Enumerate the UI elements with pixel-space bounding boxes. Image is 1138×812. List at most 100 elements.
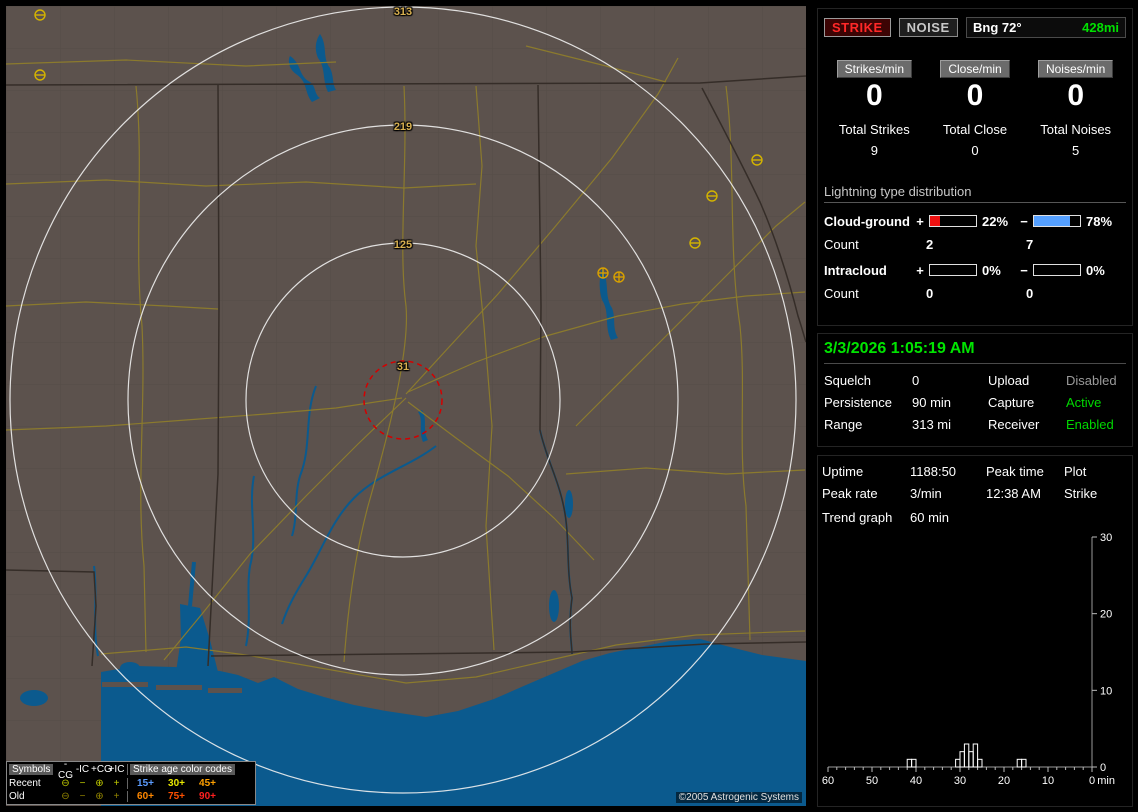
minus-sign: − [1020, 262, 1028, 278]
svg-text:60: 60 [822, 775, 834, 787]
plus-sign: + [916, 213, 924, 229]
system-settings-panel: 3/3/2026 1:05:19 AM Squelch 0 Upload Dis… [817, 333, 1133, 447]
noises-per-min-value: 0 [1067, 79, 1084, 112]
setting-value: 90 min [912, 395, 952, 410]
svg-text:20: 20 [998, 775, 1010, 787]
strike-stats-panel: STRIKE NOISE Bng 72° 428mi Strikes/min 0… [817, 8, 1133, 326]
age-code: 15+ [137, 777, 154, 789]
bearing-value: Bng 72° [973, 20, 1022, 35]
distance-value: 428mi [1082, 20, 1119, 35]
cg-minus-percent: 78% [1086, 213, 1113, 229]
setting-label: Range [824, 417, 863, 432]
intracloud-label: Intracloud [824, 262, 887, 278]
plus-icon: + [113, 777, 120, 789]
legend-recent-row: Recent ⊖ − ⊕ + 15+ 30+ 45+ [9, 777, 253, 790]
status-label: Peak time [986, 464, 1044, 479]
cloud-ground-label: Cloud-ground [824, 213, 910, 229]
plot-mode-value[interactable]: Plot [1064, 464, 1128, 479]
trend-window-value: 60 min [910, 510, 950, 525]
close-per-min-chip[interactable]: Close/min [940, 60, 1010, 78]
age-code: 75+ [168, 790, 185, 802]
cg-minus-bar [1033, 215, 1081, 227]
legend-type-label: -IC [75, 764, 90, 776]
range-ring-label: 125 [393, 239, 413, 251]
total-close-label: Total Close [942, 122, 1008, 137]
svg-text:50: 50 [866, 775, 878, 787]
status-label: Uptime [822, 464, 864, 479]
cg-plus-count: 2 [926, 237, 934, 252]
strike-toggle-button[interactable]: STRIKE [824, 18, 891, 37]
trend-graph-header: Trend graph 60 min [822, 510, 1128, 525]
status-value: 12:38 AM [986, 486, 1041, 501]
age-code: 30+ [168, 777, 185, 789]
legend-type-label: +IC [108, 764, 125, 776]
count-label: Count [824, 286, 859, 301]
circle-minus-icon: ⊖ [61, 790, 70, 802]
distribution-title: Lightning type distribution [824, 184, 1126, 203]
circle-plus-icon: ⊕ [95, 790, 104, 802]
trend-graph: 0 10 20 30 60 50 40 30 20 10 0 min [822, 532, 1115, 787]
bearing-distance-display: Bng 72° 428mi [966, 17, 1126, 38]
intracloud-row: Intracloud + 0% − 0% [824, 262, 1126, 278]
noises-per-min-counter: Noises/min 0 Total Noises 5 [1025, 60, 1126, 158]
range-ring-label: 313 [393, 6, 413, 18]
copyright-notice: ©2005 Astrogenic Systems [675, 792, 802, 803]
noises-per-min-chip[interactable]: Noises/min [1037, 60, 1114, 78]
svg-text:30: 30 [1100, 532, 1112, 544]
ic-minus-count: 0 [1026, 286, 1034, 301]
sidebar: STRIKE NOISE Bng 72° 428mi Strikes/min 0… [817, 0, 1133, 812]
status-trend-panel: Uptime 1188:50 Peak time Plot Peak rate … [817, 455, 1133, 807]
legend-old-row: Old ⊖ − ⊕ + 60+ 75+ 90+ [9, 790, 253, 803]
range-ring-label: 219 [393, 121, 413, 133]
intracloud-count-row: Count 0 0 [824, 286, 1126, 301]
lightning-map[interactable]: 313 219 125 31 Symbols -CG -IC +CG +IC S… [6, 6, 806, 806]
cloud-ground-count-row: Count 2 7 [824, 237, 1126, 252]
ic-minus-percent: 0% [1086, 262, 1105, 278]
total-noises-value: 5 [1072, 143, 1080, 158]
close-per-min-value: 0 [966, 79, 984, 112]
legend-age-header: Strike age color codes [130, 764, 235, 776]
svg-text:30: 30 [954, 775, 966, 787]
setting-label: Capture [988, 395, 1035, 410]
total-close-value: 0 [971, 143, 979, 158]
plus-sign: + [916, 262, 924, 278]
strikes-per-min-value: 0 [865, 79, 883, 112]
cg-plus-bar [929, 215, 977, 227]
setting-value: Active [1066, 395, 1102, 410]
circle-minus-icon: ⊖ [61, 777, 70, 789]
svg-text:10: 10 [1100, 685, 1112, 697]
svg-text:10: 10 [1042, 775, 1054, 787]
noise-toggle-button[interactable]: NOISE [898, 18, 958, 37]
total-strikes-label: Total Strikes [838, 122, 910, 137]
setting-value: Enabled [1066, 417, 1114, 432]
legend-type-label: +CG [91, 764, 112, 776]
count-label: Count [824, 237, 859, 252]
setting-label: Upload [988, 373, 1030, 388]
cg-plus-percent: 22% [982, 213, 1009, 229]
total-strikes-value: 9 [870, 143, 878, 158]
strikes-per-min-chip[interactable]: Strikes/min [836, 60, 912, 78]
legend-symbols-header: Symbols [9, 764, 54, 776]
range-ring-label: 31 [396, 361, 410, 373]
minus-icon: − [79, 777, 86, 789]
setting-label: Receiver [988, 417, 1040, 432]
status-value: 3/min [910, 486, 942, 501]
svg-text:40: 40 [910, 775, 922, 787]
plot-mode-value[interactable]: Strike [1064, 486, 1128, 501]
minus-icon: − [79, 790, 86, 802]
setting-value: Disabled [1066, 373, 1117, 388]
ic-plus-bar [929, 264, 977, 276]
trend-bars [906, 743, 1027, 768]
status-value: 1188:50 [910, 464, 957, 479]
setting-label: Squelch [824, 373, 871, 388]
setting-label: Persistence [824, 395, 892, 410]
datetime-display: 3/3/2026 1:05:19 AM [824, 340, 1126, 364]
setting-value: 313 mi [912, 417, 952, 432]
age-code: 60+ [137, 790, 154, 802]
close-per-min-counter: Close/min 0 Total Close 0 [925, 60, 1026, 158]
cg-minus-count: 7 [1026, 237, 1034, 252]
svg-text:0: 0 [1089, 775, 1095, 787]
ic-plus-percent: 0% [982, 262, 1001, 278]
cloud-ground-row: Cloud-ground + 22% − 78% [824, 213, 1126, 229]
setting-value: 0 [912, 373, 920, 388]
